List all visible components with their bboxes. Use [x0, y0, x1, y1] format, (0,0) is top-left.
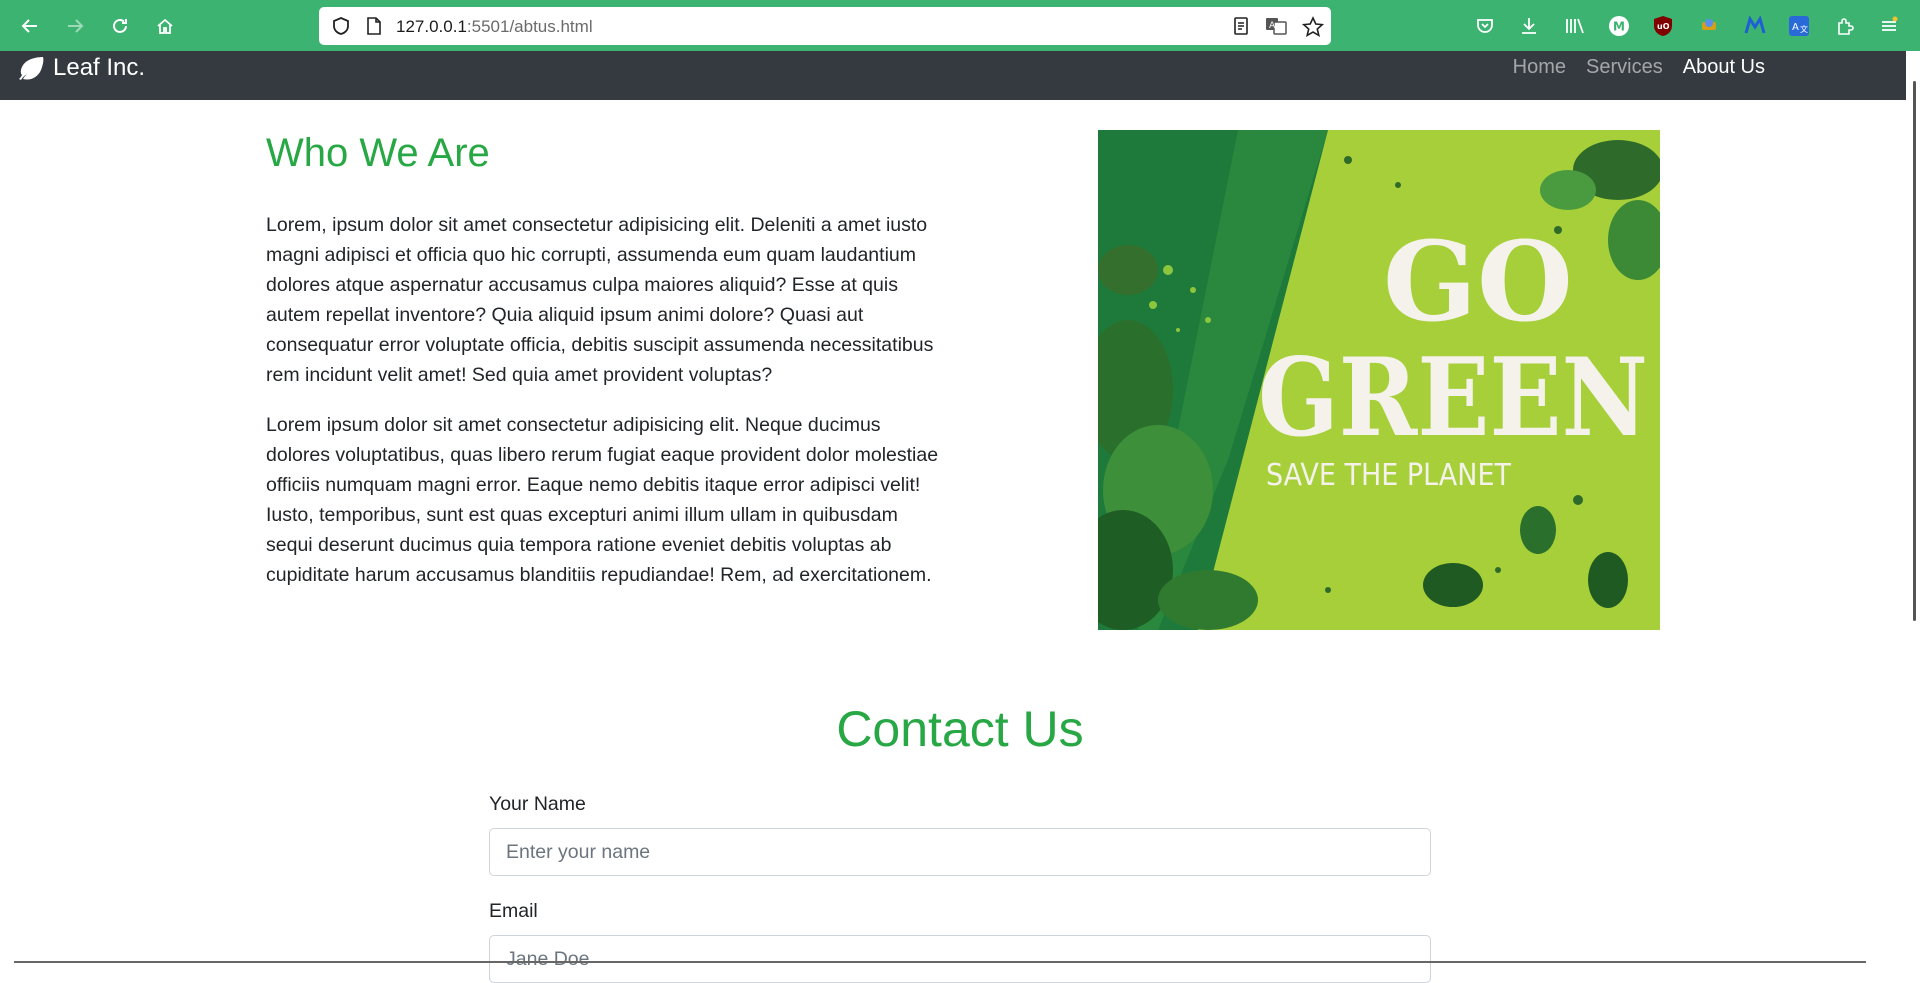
svg-text:A: A	[1792, 22, 1799, 33]
shield-icon[interactable]	[331, 16, 351, 41]
extension-icon[interactable]	[1697, 14, 1721, 38]
site-navbar: Leaf Inc. Home Services About Us	[0, 51, 1920, 100]
svg-text:uO: uO	[1657, 22, 1670, 31]
home-icon[interactable]	[150, 11, 180, 41]
about-title: Who We Are	[266, 131, 490, 175]
go-green-image: GO GREEN SAVE THE PLANET	[1098, 130, 1660, 630]
reader-view-icon[interactable]	[1231, 16, 1251, 41]
about-paragraph-2: Lorem ipsum dolor sit amet consectetur a…	[266, 414, 939, 586]
brand-name: Leaf Inc.	[53, 54, 146, 81]
url-bar[interactable]: 127.0.0.1:5501/abtus.html A	[319, 7, 1331, 45]
translator-icon[interactable]: A文	[1787, 14, 1811, 38]
url-host: 127.0.0.1	[396, 17, 467, 36]
pocket-icon[interactable]	[1473, 14, 1497, 38]
forward-icon[interactable]	[60, 11, 90, 41]
url-path: :5501/abtus.html	[466, 17, 593, 36]
page-scrollbar[interactable]	[1906, 51, 1920, 966]
image-text-go: GO	[1383, 217, 1573, 346]
image-text-green: GREEN	[1258, 335, 1648, 461]
svg-text:A: A	[1269, 21, 1276, 31]
about-paragraph-1: Lorem, ipsum dolor sit amet consectetur …	[266, 214, 934, 386]
nav-links: Home Services About Us	[1493, 56, 1765, 79]
leaf-icon	[19, 57, 44, 80]
name-input[interactable]	[489, 828, 1431, 876]
download-icon[interactable]	[1517, 14, 1541, 38]
svg-text:M: M	[1613, 20, 1625, 34]
image-text-save-the-planet: SAVE THE PLANET	[1266, 458, 1512, 493]
nav-link-about-us[interactable]: About Us	[1683, 56, 1765, 79]
scroll-thumb[interactable]	[1913, 81, 1916, 621]
name-label: Your Name	[489, 793, 586, 815]
url-text[interactable]: 127.0.0.1:5501/abtus.html	[396, 17, 593, 37]
page-icon	[365, 16, 383, 41]
brand-link[interactable]: Leaf Inc.	[18, 54, 145, 82]
browser-toolbar: 127.0.0.1:5501/abtus.html A M uO A文	[0, 0, 1920, 51]
reload-icon[interactable]	[105, 11, 135, 41]
malwarebytes-icon[interactable]	[1743, 14, 1767, 38]
contact-title: Contact Us	[836, 701, 1084, 757]
ublock-icon[interactable]: uO	[1651, 14, 1675, 38]
nav-link-home[interactable]: Home	[1513, 56, 1566, 79]
nav-link-services[interactable]: Services	[1586, 56, 1663, 79]
translate-icon[interactable]: A	[1265, 16, 1287, 41]
email-input[interactable]	[489, 935, 1431, 983]
svg-text:文: 文	[1800, 24, 1808, 34]
extensions-icon[interactable]	[1833, 14, 1857, 38]
bookmark-star-icon[interactable]	[1301, 16, 1325, 43]
m-extension-icon[interactable]: M	[1607, 14, 1631, 38]
back-icon[interactable]	[15, 11, 45, 41]
menu-icon[interactable]	[1877, 14, 1901, 38]
page-bottom-divider	[14, 961, 1866, 963]
library-icon[interactable]	[1563, 14, 1587, 38]
email-label: Email	[489, 900, 538, 922]
